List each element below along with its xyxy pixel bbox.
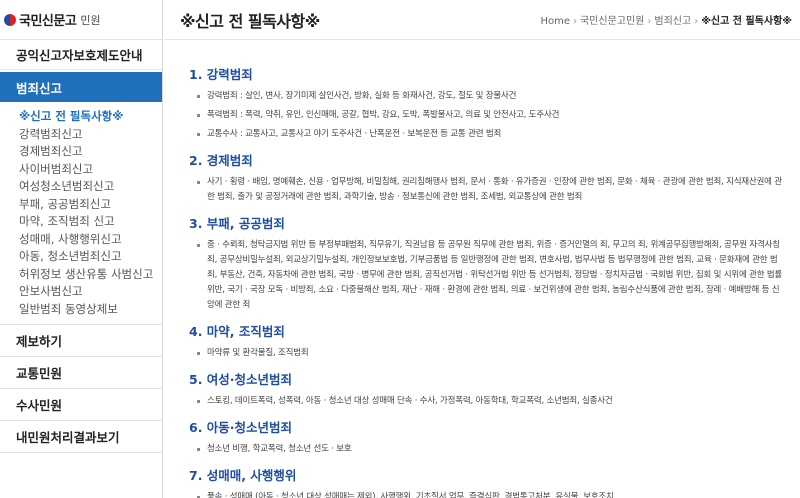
section-bullet: 교통수사 : 교통사고, 교통사고 야기 도주사건 · 난폭운전 · 보복운전 … [189,127,786,142]
sidebar-subitem-1[interactable]: 강력범죄신고 [0,126,162,144]
section-5: 5. 여성·청소년범죄스토킹, 데이트폭력, 성폭력, 아동 · 청소년 대상 … [189,369,786,409]
sidebar: 국민신문고 민원 공익신고자보호제도안내 범죄신고 ※신고 전 필독사항※ 강력범… [0,0,163,498]
breadcrumb: Home › 국민신문고민원 › 범죄신고 › ※신고 전 필독사항※ [540,12,792,27]
sidebar-menu-1[interactable]: 교통민원 [0,357,162,389]
sidebar-menu-3[interactable]: 내민원처리결과보기 [0,421,162,453]
page-header: ※신고 전 필독사항※ Home › 국민신문고민원 › 범죄신고 › ※신고 전 필독사항… [164,0,800,40]
taegeuk-emblem-icon [4,13,16,26]
sidebar-subitem-3[interactable]: 사이버범죄신고 [0,161,162,179]
sidebar-subitem-11[interactable]: 일반범죄 동영상제보 [0,301,162,319]
brand-sub: 민원 [80,13,101,27]
sidebar-subitem-5[interactable]: 부패, 공공범죄신고 [0,196,162,214]
section-title: 2. 경제범죄 [189,153,253,168]
section-title: 5. 여성·청소년범죄 [189,372,293,387]
brand-name: 국민신문고 [19,14,77,29]
breadcrumb-separator-icon: › [694,16,699,27]
notice-content: 1. 강력범죄강력범죄 : 살인, 변사, 장기미제 살인사건, 방화, 실화 … [164,40,800,498]
section-7: 7. 성매매, 사행행위풍속 · 성매매 (아동 · 청소년 대상 성매매는 제… [189,465,786,498]
section-bullet: 마약류 및 환각물질, 조직범죄 [189,346,786,361]
section-bullet: 스토킹, 데이트폭력, 성폭력, 아동 · 청소년 대상 성매매 단속 · 수사… [189,394,786,409]
sidebar-menu-2[interactable]: 수사민원 [0,389,162,421]
sidebar-menus: 제보하기 교통민원 수사민원 내민원처리결과보기 [0,325,162,453]
breadcrumb-item-3: ※신고 전 필독사항※ [701,16,792,27]
section-bullet: 청소년 비행, 학교폭력, 청소년 선도 · 보호 [189,442,786,457]
sidebar-subitem-8[interactable]: 아동, 청소년범죄신고 [0,248,162,266]
sidebar-subitem-2[interactable]: 경제범죄신고 [0,143,162,161]
section-bullet: 강력범죄 : 살인, 변사, 장기미제 살인사건, 방화, 실화 등 화재사건,… [189,89,786,104]
breadcrumb-item-2[interactable]: 범죄신고 [654,16,691,27]
section-title: 6. 아동·청소년범죄 [189,420,293,435]
brand-logo[interactable]: 국민신문고 민원 [0,0,162,40]
section-title: 1. 강력범죄 [189,67,253,82]
section-bullet: 중 · 수뢰죄, 청탁금지법 위반 등 부정부패범죄, 직무유기, 직권남용 등… [189,238,786,313]
section-4: 4. 마약, 조직범죄마약류 및 환각물질, 조직범죄 [189,321,786,361]
breadcrumb-separator-icon: › [647,16,652,27]
section-bullet: 풍속 · 성매매 (아동 · 청소년 대상 성매매는 제외), 사행행위, 기초… [189,490,786,498]
section-title: 3. 부패, 공공범죄 [189,216,285,231]
main-content: ※신고 전 필독사항※ Home › 국민신문고민원 › 범죄신고 › ※신고 전 필독사항… [164,0,800,498]
breadcrumb-item-1[interactable]: 국민신문고민원 [580,16,644,27]
breadcrumb-home[interactable]: Home [540,16,570,27]
section-title: 7. 성매매, 사행행위 [189,468,297,483]
section-3: 3. 부패, 공공범죄중 · 수뢰죄, 청탁금지법 위반 등 부정부패범죄, 직… [189,213,786,313]
sidebar-item-whistleblower-guide[interactable]: 공익신고자보호제도안내 [0,40,162,70]
sidebar-subitem-10[interactable]: 안보사범신고 [0,283,162,301]
section-6: 6. 아동·청소년범죄청소년 비행, 학교폭력, 청소년 선도 · 보호 [189,417,786,457]
sidebar-subitem-6[interactable]: 마약, 조직범죄 신고 [0,213,162,231]
section-2: 2. 경제범죄사기 · 횡령 · 배임, 명예훼손, 신용 · 업무방해, 비밀… [189,150,786,205]
sidebar-category-crime-report[interactable]: 범죄신고 [0,72,162,102]
breadcrumb-separator-icon: › [572,16,577,27]
section-title: 4. 마약, 조직범죄 [189,324,285,339]
section-bullet: 폭력범죄 : 폭력, 약취, 유인, 인신매매, 공갈, 협박, 강요, 도박,… [189,108,786,123]
section-bullet: 사기 · 횡령 · 배임, 명예훼손, 신용 · 업무방해, 비밀침해, 권리침… [189,175,786,205]
sidebar-subitem-4[interactable]: 여성청소년범죄신고 [0,178,162,196]
section-1: 1. 강력범죄강력범죄 : 살인, 변사, 장기미제 살인사건, 방화, 실화 … [189,64,786,142]
sidebar-subitem-7[interactable]: 성매매, 사행행위신고 [0,231,162,249]
page-title: ※신고 전 필독사항※ [180,11,320,31]
sidebar-subitem-9[interactable]: 허위정보 생산유통 사범신고 [0,266,162,284]
sidebar-menu-0[interactable]: 제보하기 [0,325,162,357]
sidebar-subitem-0[interactable]: ※신고 전 필독사항※ [0,108,162,126]
sidebar-sub-list: ※신고 전 필독사항※ 강력범죄신고 경제범죄신고 사이버범죄신고 여성청소년범죄신고 부… [0,102,162,325]
